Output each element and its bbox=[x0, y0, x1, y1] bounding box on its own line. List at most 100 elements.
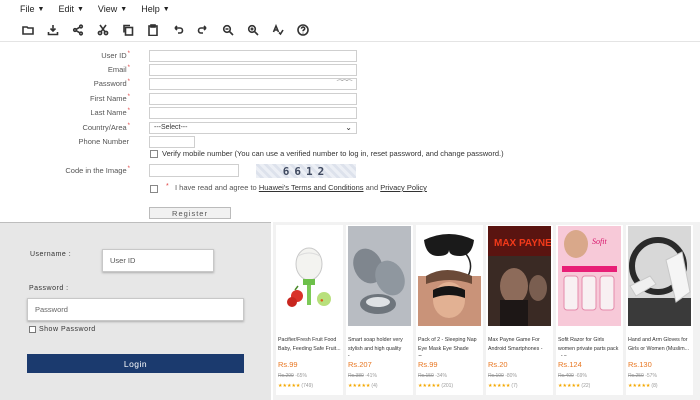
product-card[interactable]: Smart soap holder very stylish and high … bbox=[346, 225, 413, 395]
star-rating-icon: ★★★★★ bbox=[628, 383, 651, 389]
product-card[interactable]: MAX PAYNE Max Payne Game For Android Sma… bbox=[486, 225, 553, 395]
password-label: Password : bbox=[29, 285, 69, 292]
product-rating: ★★★★★(4) bbox=[348, 383, 378, 389]
agree-terms-checkbox[interactable] bbox=[150, 185, 158, 193]
star-rating-icon: ★★★★★ bbox=[278, 383, 301, 389]
username-label: Username : bbox=[30, 251, 72, 258]
product-price: Rs.20 bbox=[488, 360, 508, 369]
privacy-link[interactable]: Privacy Policy bbox=[380, 183, 427, 192]
product-rating: ★★★★★(22) bbox=[558, 383, 591, 389]
product-old-price: Rs.299 -65% bbox=[278, 373, 307, 379]
country-select[interactable]: ---Select--- ⌄ bbox=[149, 122, 357, 134]
verify-mobile-checkbox[interactable] bbox=[150, 150, 158, 158]
field-label: Code in the Image* bbox=[65, 166, 130, 175]
product-name: Max Payne Game For Android Smartphones - bbox=[488, 337, 543, 352]
eye-closed-icon[interactable]: ⁀⁀⁀ bbox=[337, 80, 352, 90]
product-grid: ● Pacifier/Fresh Fruit Food Baby, Feedin… bbox=[273, 222, 700, 400]
show-password-toggle[interactable]: Show Password bbox=[29, 326, 96, 333]
menu-view[interactable]: View ▼ bbox=[98, 4, 127, 14]
paste-icon[interactable] bbox=[145, 22, 161, 38]
product-name: Sofit Razor for Girls women private part… bbox=[558, 337, 619, 356]
product-name: Smart soap holder very stylish and high … bbox=[348, 337, 403, 356]
login-panel: Username : User ID Password : Password S… bbox=[0, 222, 271, 400]
field-label: Country/Area* bbox=[82, 123, 130, 132]
product-rating: ★★★★★(7) bbox=[488, 383, 518, 389]
product-name: Pacifier/Fresh Fruit Food Baby, Feeding … bbox=[278, 337, 341, 352]
svg-text:●: ● bbox=[320, 298, 324, 304]
zoom-in-icon[interactable] bbox=[245, 22, 261, 38]
caret-down-icon: ▼ bbox=[120, 5, 128, 13]
password-input[interactable]: ⁀⁀⁀ bbox=[149, 78, 357, 90]
user-id-row: User ID* bbox=[0, 50, 700, 63]
show-password-checkbox[interactable] bbox=[29, 326, 36, 333]
menu-label: File bbox=[20, 4, 35, 14]
product-image-fruit-feeder[interactable]: ● bbox=[278, 226, 341, 326]
product-image-soap-holder[interactable] bbox=[348, 226, 411, 326]
first-name-input[interactable] bbox=[149, 93, 357, 105]
spellcheck-icon[interactable] bbox=[270, 22, 286, 38]
login-button[interactable]: Login bbox=[27, 354, 244, 373]
product-old-price: Rs.400 -69% bbox=[558, 373, 587, 379]
product-image-sofit-razor[interactable]: Sofit bbox=[558, 226, 621, 326]
cut-icon[interactable] bbox=[95, 22, 111, 38]
field-label: Phone Number bbox=[78, 137, 129, 146]
product-image-max-payne[interactable]: MAX PAYNE bbox=[488, 226, 551, 326]
last-name-row: Last Name* bbox=[0, 107, 700, 120]
menu-bar: File ▼ Edit ▼ View ▼ Help ▼ bbox=[0, 0, 700, 18]
phone-row: Phone Number bbox=[0, 136, 700, 149]
register-button[interactable]: Register bbox=[149, 207, 231, 219]
product-image-eye-mask[interactable] bbox=[418, 226, 481, 326]
country-select-value: ---Select--- bbox=[154, 124, 188, 131]
undo-icon[interactable] bbox=[170, 22, 186, 38]
product-card[interactable]: Sofit Sofit Razor for Girls women privat… bbox=[556, 225, 623, 395]
product-price: Rs.99 bbox=[418, 360, 438, 369]
menu-label: Edit bbox=[58, 4, 74, 14]
menu-file[interactable]: File ▼ bbox=[20, 4, 44, 14]
phone-country-code[interactable] bbox=[149, 136, 195, 148]
svg-text:Sofit: Sofit bbox=[592, 237, 607, 246]
caret-down-icon: ▼ bbox=[37, 5, 45, 13]
product-card[interactable]: Pack of 2 - Sleeping Nap Eye Mask Eye Sh… bbox=[416, 225, 483, 395]
registration-form: User ID* Email* Password* ⁀⁀⁀ First Name… bbox=[0, 44, 700, 222]
user-id-input[interactable] bbox=[149, 50, 357, 62]
show-password-label: Show Password bbox=[39, 326, 96, 333]
product-card[interactable]: Hand and Arm Gloves for Girls or Women (… bbox=[626, 225, 693, 395]
menu-help[interactable]: Help ▼ bbox=[141, 4, 169, 14]
product-image-arm-gloves[interactable] bbox=[628, 226, 691, 326]
last-name-input[interactable] bbox=[149, 107, 357, 119]
password-input[interactable]: Password bbox=[27, 298, 244, 321]
folder-icon[interactable] bbox=[20, 22, 36, 38]
toolbar bbox=[0, 18, 700, 42]
caret-down-icon: ▼ bbox=[162, 5, 170, 13]
field-label: User ID* bbox=[101, 51, 130, 60]
verify-mobile-label: Verify mobile number (You can use a veri… bbox=[162, 149, 504, 158]
download-icon[interactable] bbox=[45, 22, 61, 38]
email-input[interactable] bbox=[149, 64, 357, 76]
captcha-input[interactable] bbox=[149, 164, 239, 177]
first-name-row: First Name* bbox=[0, 93, 700, 106]
product-price: Rs.207 bbox=[348, 360, 372, 369]
caret-down-icon: ▼ bbox=[76, 5, 84, 13]
field-label: First Name* bbox=[89, 94, 130, 103]
password-row: Password* ⁀⁀⁀ bbox=[0, 78, 700, 91]
product-card[interactable]: ● Pacifier/Fresh Fruit Food Baby, Feedin… bbox=[276, 225, 343, 395]
redo-icon[interactable] bbox=[195, 22, 211, 38]
product-price: Rs.99 bbox=[278, 360, 298, 369]
product-rating: ★★★★★(749) bbox=[278, 383, 314, 389]
menu-edit[interactable]: Edit ▼ bbox=[58, 4, 83, 14]
product-old-price: Rs.150 -34% bbox=[418, 373, 447, 379]
product-name: Hand and Arm Gloves for Girls or Women (… bbox=[628, 337, 690, 352]
product-price: Rs.124 bbox=[558, 360, 582, 369]
email-row: Email* bbox=[0, 64, 700, 77]
zoom-out-icon[interactable] bbox=[220, 22, 236, 38]
chevron-down-icon: ⌄ bbox=[345, 123, 352, 132]
menu-label: Help bbox=[141, 4, 160, 14]
terms-link[interactable]: Huawei's Terms and Conditions bbox=[259, 183, 364, 192]
help-icon[interactable] bbox=[295, 22, 311, 38]
copy-icon[interactable] bbox=[120, 22, 136, 38]
captcha-image[interactable]: 6612 bbox=[256, 164, 356, 178]
product-rating: ★★★★★(8) bbox=[628, 383, 658, 389]
share-icon[interactable] bbox=[70, 22, 86, 38]
product-rating: ★★★★★(201) bbox=[418, 383, 454, 389]
username-input[interactable]: User ID bbox=[102, 249, 214, 272]
